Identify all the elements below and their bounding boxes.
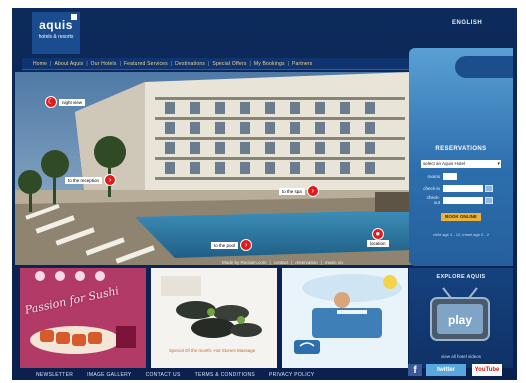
tv-play-icon[interactable]: play — [409, 284, 513, 354]
book-online-button[interactable]: BOOK ONLINE — [441, 213, 481, 221]
arrow-right-icon: › — [306, 185, 319, 197]
hotspot-label: to the reception — [65, 176, 103, 184]
language-switch[interactable]: ENGLISH — [452, 20, 482, 26]
contact-link[interactable]: contact — [274, 260, 289, 265]
logo-subtitle: hotels & resorts — [38, 34, 74, 40]
reservations-title: RESERVATIONS — [435, 146, 487, 152]
hotspot-location[interactable]: ● location — [365, 228, 391, 247]
massage-caption: Special Of the month: Hot Stones Massage — [169, 348, 256, 353]
explore-title: EXPLORE AQUIS — [436, 274, 486, 280]
checkout-input[interactable] — [443, 196, 483, 204]
chevron-down-icon: ▾ — [497, 161, 500, 167]
rooms-label: rooms — [427, 173, 440, 179]
reservations-panel: RESERVATIONS select an Aquis Hotel ▾ roo… — [409, 48, 513, 266]
sushi-photo — [20, 268, 146, 368]
hotel-select[interactable]: select an Aquis Hotel ▾ — [421, 160, 501, 168]
rooms-select[interactable] — [443, 172, 457, 180]
arrow-right-icon: › — [240, 239, 253, 251]
footer-nav: NEWSLETTER IMAGE GALLERY CONTACT US TERM… — [22, 370, 322, 380]
hotspot-label: location — [367, 240, 389, 247]
view-videos-link[interactable]: view all hotel videos — [409, 354, 513, 359]
nav-about[interactable]: About Aquis — [51, 61, 86, 67]
nav-offers[interactable]: Special Offers — [209, 61, 249, 67]
checkin-row: check-in — [421, 184, 501, 192]
credit-links: Made by Reclaim.com | contact | reservat… — [222, 260, 343, 265]
reservation-link[interactable]: reservation — [295, 260, 317, 265]
footer-privacy[interactable]: PRIVACY POLICY — [269, 372, 314, 378]
arrow-right-icon: › — [104, 174, 117, 186]
footer-gallery[interactable]: IMAGE GALLERY — [87, 372, 131, 378]
main-nav: Home | About Aquis | Our Hotels | Featured … — [22, 58, 412, 70]
rooms-row: rooms — [421, 172, 501, 180]
wifi-photo — [282, 268, 408, 368]
calendar-icon[interactable] — [485, 184, 493, 192]
hotspot-spa[interactable]: to the spa › — [277, 185, 319, 197]
hotspot-label: night view — [59, 98, 86, 106]
logo-star-icon — [71, 14, 77, 20]
footer-contact[interactable]: CONTACT US — [146, 372, 181, 378]
hotspot-pool[interactable]: to the pool › — [209, 239, 253, 251]
age-notes: child age 2 - 12, infant age 0 - 2 — [432, 232, 490, 237]
music-toggle[interactable]: music on — [325, 260, 343, 265]
facebook-icon[interactable]: f — [408, 364, 422, 376]
calendar-icon[interactable] — [485, 196, 493, 204]
checkout-label: check-out — [426, 195, 440, 205]
moon-icon: ☾ — [45, 96, 57, 108]
checkin-input[interactable] — [443, 184, 483, 192]
promo-sushi[interactable]: Passion for Sushi — [20, 268, 146, 368]
nav-bookings[interactable]: My Bookings — [251, 61, 288, 67]
explore-aquis-box: EXPLORE AQUIS play view all hotel videos — [409, 268, 513, 368]
site-frame: aquis hotels & resorts ENGLISH Home | Abo… — [12, 8, 517, 380]
panel-tab-decoration — [455, 56, 513, 78]
play-label: play — [448, 313, 472, 327]
hotspot-night-view[interactable]: ☾ night view — [45, 96, 87, 108]
nav-destinations[interactable]: Destinations — [172, 61, 208, 67]
checkin-label: check-in — [423, 185, 440, 191]
massage-photo — [151, 268, 277, 368]
youtube-icon[interactable]: YouTube — [472, 364, 502, 376]
hotspot-label: to the spa — [279, 187, 305, 195]
nav-home[interactable]: Home — [30, 61, 50, 67]
checkout-row: check-out — [421, 195, 501, 205]
nav-hotels[interactable]: Our Hotels — [88, 61, 120, 67]
footer-newsletter[interactable]: NEWSLETTER — [36, 372, 73, 378]
hero-hotel-image: ☾ night view to the reception › to the s… — [15, 72, 412, 265]
promo-wifi[interactable] — [282, 268, 408, 368]
promo-thumbnails: Passion for Sushi Special Of the month: … — [20, 268, 412, 368]
footer-terms[interactable]: TERMS & CONDITIONS — [195, 372, 255, 378]
hotspot-label: to the pool — [211, 241, 239, 249]
nav-services[interactable]: Featured Services — [121, 61, 171, 67]
aquis-logo[interactable]: aquis hotels & resorts — [32, 12, 80, 54]
promo-massage[interactable]: Special Of the month: Hot Stones Massage — [151, 268, 277, 368]
location-pin-icon: ● — [371, 228, 384, 240]
twitter-icon[interactable]: twitter — [426, 364, 466, 376]
nav-partners[interactable]: Partners — [289, 61, 316, 67]
credit-link[interactable]: Made by Reclaim.com — [222, 260, 267, 265]
hotspot-reception[interactable]: to the reception › — [63, 174, 117, 186]
